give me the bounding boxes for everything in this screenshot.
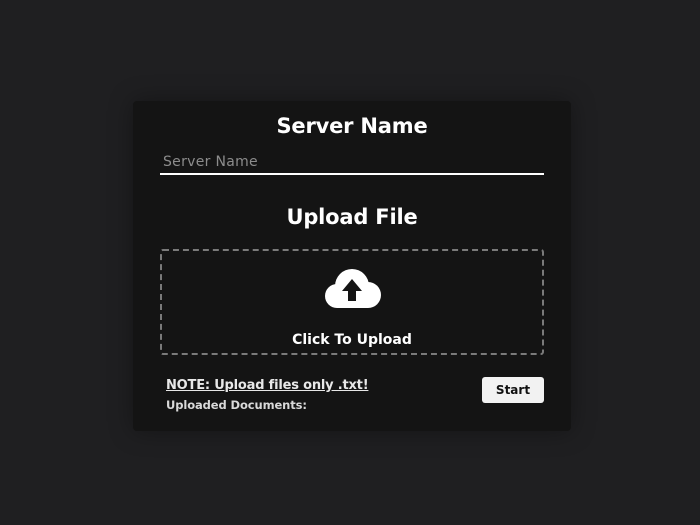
server-name-title: Server Name [276, 114, 428, 138]
file-dropzone[interactable]: Click To Upload [160, 249, 544, 355]
file-type-note: NOTE: Upload files only .txt! [166, 378, 369, 393]
click-to-upload-label: Click To Upload [292, 332, 412, 348]
server-name-input[interactable] [160, 151, 544, 175]
upload-file-title: Upload File [286, 205, 418, 229]
upload-card: Server Name Upload File Click To Upload … [133, 101, 571, 431]
cloud-upload-icon [323, 267, 383, 311]
start-button[interactable]: Start [482, 377, 544, 403]
uploaded-documents-label: Uploaded Documents: [166, 398, 307, 412]
